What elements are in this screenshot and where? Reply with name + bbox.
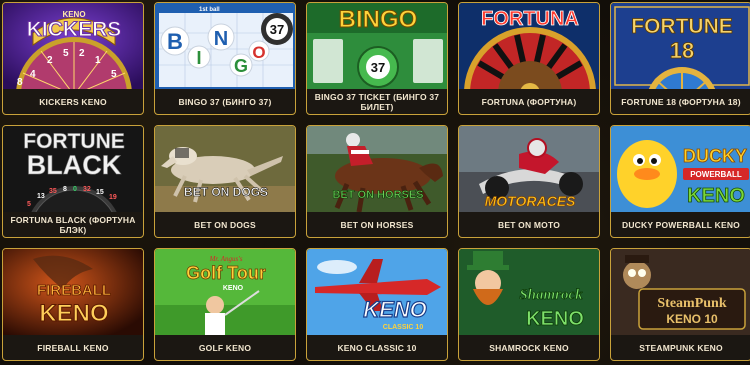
art-text: Golf Tour [186, 263, 266, 283]
art-text: 1st ball [199, 7, 220, 13]
wheel-number: 8 [17, 77, 23, 88]
game-card-ducky-powerball-keno[interactable]: DUCKY POWERBALL KENO DUCKY POWERBALL KEN… [610, 125, 750, 238]
game-card-bet-on-horses[interactable]: BET ON HORSES BET ON HORSES [306, 125, 448, 238]
art-text: O [252, 43, 265, 62]
art-text: G [234, 56, 248, 76]
art-text: POWERBALL [690, 170, 742, 179]
art-text: B [167, 29, 183, 54]
game-card-kickers-keno[interactable]: KENO KICKERS 4 2 5 2 1 5 8 KICKERS KENO [2, 2, 144, 115]
game-title: BINGO 37 (БИНГО 37) [178, 96, 272, 107]
wheel-number: 15 [96, 189, 104, 196]
wheel-number: 1 [95, 55, 101, 66]
art-text: Shamrock [519, 287, 583, 303]
art-text: KENO [687, 185, 745, 207]
game-card-bingo-37[interactable]: 1st ball B I N G O 37 BINGO 37 (БИНГО 37… [154, 2, 296, 115]
art-text: BET ON DOGS [184, 185, 268, 199]
art-text: KENO [363, 297, 427, 322]
art-text: MOTORACES [485, 193, 576, 209]
wheel-number: 5 [27, 201, 31, 208]
game-thumbnail: MOTORACES [459, 126, 599, 212]
game-thumbnail: FORTUNE 18 [611, 3, 750, 89]
game-title: FORTUNA (ФОРТУНА) [481, 96, 577, 107]
wheel-number: 13 [37, 193, 45, 200]
game-thumbnail: KENO CLASSIC 10 [307, 249, 447, 335]
wheel-number: 8 [63, 186, 67, 193]
art-text: I [196, 48, 201, 68]
game-title: BET ON HORSES [340, 219, 414, 230]
art-text: FORTUNE [631, 15, 733, 38]
game-thumbnail: Shamrock KENO [459, 249, 599, 335]
wheel-number: 35 [49, 188, 57, 195]
game-card-bet-on-moto[interactable]: MOTORACES BET ON MOTO [458, 125, 600, 238]
art-text: KENO [223, 285, 244, 292]
game-title: KICKERS KENO [39, 96, 107, 107]
game-card-steampunk-keno[interactable]: SteamPunk KENO 10 STEAMPUNK KENO [610, 248, 750, 361]
game-thumbnail: FORTUNE BLACK 5 13 35 8 0 32 15 19 [3, 126, 143, 212]
game-thumbnail: FIREBALL KENO [3, 249, 143, 335]
wheel-number: 0 [73, 186, 77, 193]
art-text: SteamPunk [657, 296, 726, 311]
game-thumbnail: FORTUNA [459, 3, 599, 89]
game-thumbnail: SteamPunk KENO 10 [611, 249, 750, 335]
game-card-fireball-keno[interactable]: FIREBALL KENO FIREBALL KENO [2, 248, 144, 361]
game-thumbnail: Mr. Angus's Golf Tour KENO [155, 249, 295, 335]
game-card-fortune-18[interactable]: FORTUNE 18 FORTUNE 18 (ФОРТУНА 18) [610, 2, 750, 115]
wheel-number: 4 [30, 69, 36, 80]
game-thumbnail: BINGO 37 [307, 3, 447, 89]
art-text: BLACK [27, 150, 122, 180]
game-grid: KENO KICKERS 4 2 5 2 1 5 8 KICKERS KENO [2, 2, 750, 361]
game-title: FORTUNA BLACK (ФОРТУНА БЛЭК) [10, 214, 136, 235]
game-title: KENO CLASSIC 10 [337, 342, 417, 353]
game-title: GOLF KENO [198, 342, 252, 353]
wheel-number: 5 [63, 48, 69, 59]
art-text: N [214, 28, 228, 50]
art-text: KENO [526, 308, 584, 330]
game-card-shamrock-keno[interactable]: Shamrock KENO SHAMROCK KENO [458, 248, 600, 361]
game-title: SHAMROCK KENO [489, 342, 569, 353]
art-text: DUCKY [683, 146, 747, 166]
wheel-number: 32 [83, 186, 91, 193]
game-thumbnail: 1st ball B I N G O 37 [155, 3, 295, 89]
game-title: BET ON DOGS [194, 219, 256, 230]
art-text: KENO 10 [666, 312, 718, 326]
game-thumbnail: BET ON DOGS [155, 126, 295, 212]
game-title: BINGO 37 TICKET (БИНГО 37 БИЛЕТ) [314, 91, 440, 112]
game-thumbnail: DUCKY POWERBALL KENO [611, 126, 750, 212]
wheel-number: 19 [109, 194, 117, 201]
art-text: CLASSIC 10 [383, 324, 424, 331]
game-card-fortuna[interactable]: FORTUNA FORTUNA (ФОРТУНА) [458, 2, 600, 115]
art-text: BET ON HORSES [332, 189, 423, 201]
game-title: FIREBALL KENO [37, 342, 109, 353]
wheel-number: 2 [79, 48, 85, 59]
art-text: 18 [670, 38, 694, 63]
art-text: BINGO [339, 6, 418, 33]
game-title: DUCKY POWERBALL KENO [622, 219, 740, 230]
game-title: STEAMPUNK KENO [639, 342, 723, 353]
game-card-bingo-37-ticket[interactable]: BINGO 37 BINGO 37 TICKET (БИНГО 37 БИЛЕТ… [306, 2, 448, 115]
art-text: 37 [270, 22, 284, 37]
game-title: FORTUNE 18 (ФОРТУНА 18) [621, 96, 741, 107]
game-thumbnail: BET ON HORSES [307, 126, 447, 212]
art-text: KENO [39, 300, 108, 327]
game-card-fortuna-black[interactable]: FORTUNE BLACK 5 13 35 8 0 32 15 19 FORTU… [2, 125, 144, 238]
art-text: KICKERS [27, 18, 122, 41]
wheel-number: 2 [47, 55, 53, 66]
game-thumbnail: KENO KICKERS 4 2 5 2 1 5 8 [3, 3, 143, 89]
art-text: FORTUNA [481, 8, 579, 30]
game-card-golf-keno[interactable]: Mr. Angus's Golf Tour KENO GOLF KENO [154, 248, 296, 361]
game-card-bet-on-dogs[interactable]: BET ON DOGS BET ON DOGS [154, 125, 296, 238]
art-text: FIREBALL [37, 282, 111, 299]
game-card-keno-classic-10[interactable]: KENO CLASSIC 10 KENO CLASSIC 10 [306, 248, 448, 361]
art-text: Mr. Angus's [209, 255, 243, 263]
art-text: 37 [371, 60, 385, 75]
wheel-number: 5 [111, 69, 117, 80]
game-title: BET ON MOTO [497, 219, 560, 230]
